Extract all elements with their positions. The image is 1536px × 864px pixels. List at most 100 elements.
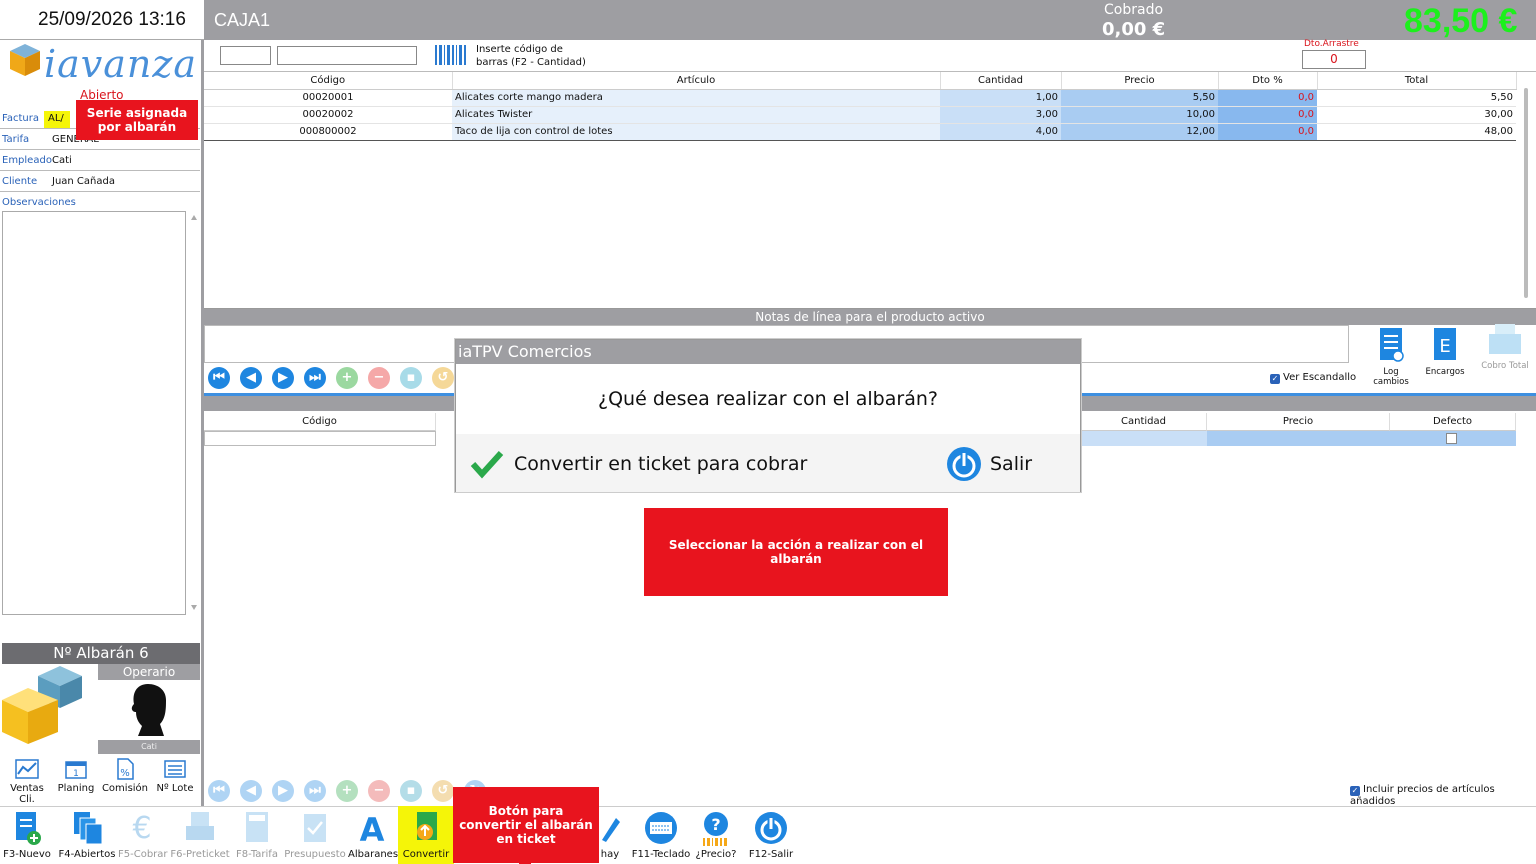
table-row[interactable]: 00020001 Alicates corte mango madera 1,0… xyxy=(204,89,1516,107)
delete-record-icon[interactable]: − xyxy=(368,367,390,389)
cell-dto[interactable]: 0,0 xyxy=(1218,89,1317,107)
nuevo-label: F3-Nuevo xyxy=(3,849,51,860)
prev-record-icon[interactable]: ◀ xyxy=(240,367,262,389)
cobrado-value: 0,00 € xyxy=(1102,19,1166,40)
encargos-button[interactable]: E Encargos xyxy=(1420,326,1470,377)
cobro-total-button[interactable]: Cobro Total xyxy=(1480,320,1530,371)
header-cantidad[interactable]: Cantidad xyxy=(940,72,1062,90)
cell-dto[interactable]: 0,0 xyxy=(1218,106,1317,124)
cobrar-button[interactable]: € F5-Cobrar xyxy=(118,806,168,864)
cell-cantidad[interactable]: 4,00 xyxy=(940,122,1061,141)
calendar-icon: 1 xyxy=(65,761,87,779)
nuevo-button[interactable]: F3-Nuevo xyxy=(2,806,52,864)
comision-button[interactable]: % Comisión xyxy=(100,758,150,794)
empleado-value: Cati xyxy=(52,155,72,166)
convert-ticket-button[interactable]: Convertir en ticket para cobrar xyxy=(470,444,807,484)
header-precio[interactable]: Precio xyxy=(1061,72,1219,90)
header-dto[interactable]: Dto % xyxy=(1218,72,1318,90)
table-row[interactable]: 00020002 Alicates Twister 3,00 10,00 0,0… xyxy=(204,106,1516,124)
teclado-button[interactable]: F11-Teclado xyxy=(630,806,692,864)
exit-dialog-button[interactable]: Salir xyxy=(946,444,1032,484)
table-row[interactable]: 000800002 Taco de lija con control de lo… xyxy=(204,122,1516,141)
ver-escandallo-checkbox[interactable]: ✓ Ver Escandallo xyxy=(1270,372,1356,384)
albaranes-button[interactable]: A Albaranes xyxy=(348,806,398,864)
convertir-callout: Botón para convertir el albarán en ticke… xyxy=(453,787,599,863)
add-record-icon[interactable]: + xyxy=(336,367,358,389)
open-documents-icon xyxy=(74,812,103,845)
exit-dialog-label: Salir xyxy=(990,453,1033,475)
header-total[interactable]: Total xyxy=(1317,72,1517,90)
log-cambios-label: Log cambios xyxy=(1373,367,1409,387)
notes-bar: Notas de línea para el producto activo xyxy=(204,309,1536,325)
log-cambios-button[interactable]: Log cambios xyxy=(1366,326,1416,387)
cell-codigo[interactable]: 00020001 xyxy=(204,89,452,107)
precio-label: ¿Precio? xyxy=(695,849,737,860)
cell-codigo[interactable]: 00020002 xyxy=(204,106,452,124)
cell-codigo[interactable]: 000800002 xyxy=(204,122,452,141)
first-record-icon[interactable]: ⏮ xyxy=(208,367,230,389)
preticket-button[interactable]: F6-Preticket xyxy=(170,806,230,864)
calculator-icon xyxy=(246,812,268,842)
cell-precio[interactable]: 10,00 xyxy=(1061,106,1218,124)
cell-codigo[interactable] xyxy=(204,431,436,446)
salir-button[interactable]: F12-Salir xyxy=(746,806,796,864)
last-record-icon[interactable]: ⏭ xyxy=(304,367,326,389)
first-record-icon: ⏮ xyxy=(208,780,230,802)
svg-text:€: € xyxy=(132,811,151,846)
presupuesto-button[interactable]: Presupuesto xyxy=(284,806,346,864)
quantity-input[interactable] xyxy=(220,46,271,65)
cliente-label: Cliente xyxy=(2,176,38,187)
cliente-row[interactable]: Cliente Juan Cañada xyxy=(0,172,200,192)
precio-button[interactable]: ? ¿Precio? xyxy=(694,806,738,864)
cancel-record-icon[interactable]: ↺ xyxy=(432,367,454,389)
logo-cube-icon xyxy=(10,44,40,76)
incluir-precios-checkbox[interactable]: ✓ Incluir precios de artículos añadidos xyxy=(1350,784,1536,807)
empleado-row[interactable]: Empleado Cati xyxy=(0,151,200,171)
cell-articulo[interactable]: Alicates Twister xyxy=(452,106,940,124)
cell-articulo[interactable]: Taco de lija con control de lotes xyxy=(452,122,940,141)
observaciones-scrollbar[interactable] xyxy=(188,211,200,615)
header-precio[interactable]: Precio xyxy=(1207,413,1390,431)
observaciones-textarea[interactable] xyxy=(2,211,186,615)
barcode-input[interactable] xyxy=(277,46,417,65)
tarifa-button[interactable]: F8-Tarifa xyxy=(234,806,280,864)
save-record-icon[interactable]: ▪ xyxy=(400,367,422,389)
preticket-label: F6-Preticket xyxy=(170,849,230,860)
escandallo-navigation: ⏮ ◀ ▶ ⏭ + − ▪ ↺ ↻ xyxy=(204,778,494,804)
checkbox-checked-icon: ✓ xyxy=(1270,374,1280,384)
printer-icon xyxy=(186,812,214,840)
header-defecto[interactable]: Defecto xyxy=(1390,413,1516,431)
header-cantidad[interactable]: Cantidad xyxy=(1081,413,1207,431)
operator-avatar-icon[interactable] xyxy=(126,682,170,738)
cell-cantidad[interactable] xyxy=(1081,431,1207,446)
convertir-button[interactable]: Convertir xyxy=(398,806,454,864)
planing-button[interactable]: 1 Planing xyxy=(51,758,101,794)
grid-scrollbar[interactable] xyxy=(1524,88,1528,298)
convert-dialog: iaTPV Comercios ¿Qué desea realizar con … xyxy=(455,339,1081,492)
cell-precio[interactable]: 5,50 xyxy=(1061,89,1218,107)
header-bar xyxy=(204,0,1536,40)
nlote-button[interactable]: Nº Lote xyxy=(150,758,200,794)
defecto-checkbox[interactable] xyxy=(1446,433,1457,444)
header-codigo[interactable]: Código xyxy=(204,72,453,90)
serie-field[interactable]: AL/ xyxy=(44,111,70,128)
ventas-cli-button[interactable]: Ventas Cli. xyxy=(2,758,52,805)
convert-ticket-label: Convertir en ticket para cobrar xyxy=(514,453,808,475)
cell-cantidad[interactable]: 3,00 xyxy=(940,106,1061,124)
cell-total: 30,00 xyxy=(1317,106,1516,124)
delete-record-icon: − xyxy=(368,780,390,802)
header-codigo[interactable]: Código xyxy=(204,413,436,431)
pencil-icon xyxy=(602,818,620,842)
cell-cantidad[interactable]: 1,00 xyxy=(940,89,1061,107)
cell-precio[interactable] xyxy=(1207,431,1390,446)
cubes-logo-icon xyxy=(2,666,82,744)
cell-dto[interactable]: 0,0 xyxy=(1218,122,1317,141)
header-articulo[interactable]: Artículo xyxy=(452,72,941,90)
next-record-icon[interactable]: ▶ xyxy=(272,367,294,389)
presupuesto-label: Presupuesto xyxy=(284,849,346,860)
dto-arrastre-input[interactable]: 0 xyxy=(1302,50,1366,69)
observaciones-label: Observaciones xyxy=(2,197,76,208)
cell-precio[interactable]: 12,00 xyxy=(1061,122,1218,141)
cell-articulo[interactable]: Alicates corte mango madera xyxy=(452,89,940,107)
abiertos-button[interactable]: F4-Abiertos xyxy=(56,806,118,864)
